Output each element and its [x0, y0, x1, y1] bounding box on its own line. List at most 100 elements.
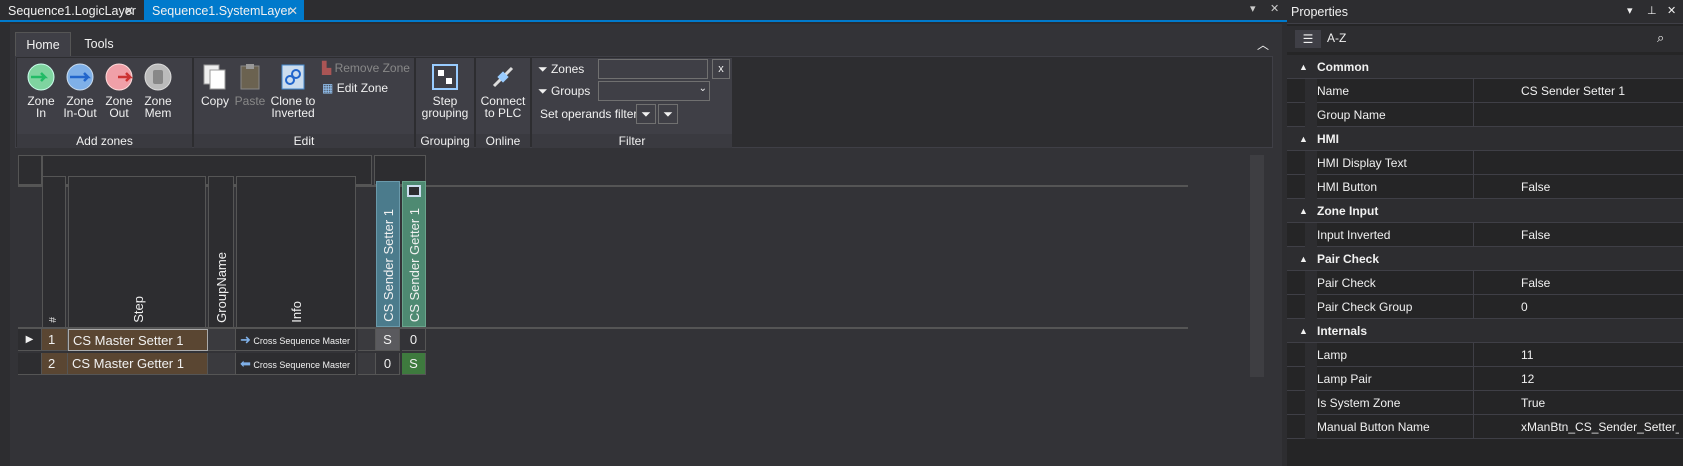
property-row[interactable]: Is System Zone True [1287, 391, 1683, 415]
clone-to-inverted-button[interactable]: Clone to Inverted [270, 62, 316, 119]
property-row[interactable]: Lamp 11 [1287, 343, 1683, 367]
row-selector[interactable] [18, 353, 42, 375]
category-label: Pair Check [1317, 252, 1380, 266]
groupname-cell[interactable] [208, 353, 236, 375]
property-name: Group Name [1317, 103, 1474, 127]
zone-out-button[interactable]: Zone Out [101, 62, 137, 119]
group-online: Connect to PLC Online [476, 58, 530, 148]
groups-filter-label: ⏷ Groups [538, 82, 590, 100]
sort-az-button[interactable]: A-Z [1327, 31, 1346, 45]
label-line2: Inverted [271, 106, 315, 120]
zone-mem-button[interactable]: Zone Mem [139, 62, 177, 119]
info-header-label: Info [289, 301, 304, 323]
edit-zone-button[interactable]: ▦ Edit Zone [322, 80, 388, 96]
info-cell[interactable]: ➜ Cross Sequence Master [236, 329, 356, 351]
zone-header-1[interactable]: CS Sender Setter 1 [376, 181, 400, 327]
paste-button[interactable]: Paste [234, 62, 266, 107]
category-hmi[interactable]: HMI ▲ [1287, 127, 1683, 151]
categorized-icon[interactable]: ☰ [1295, 30, 1321, 48]
col-header-info[interactable]: Info [236, 176, 356, 328]
zone-in-button[interactable]: Zone In [23, 62, 59, 119]
property-row[interactable]: Pair Check False [1287, 271, 1683, 295]
copy-button[interactable]: Copy [200, 62, 230, 107]
property-row[interactable]: Name CS Sender Setter 1 [1287, 79, 1683, 103]
zone-cell[interactable]: S [376, 329, 400, 351]
paste-label: Paste [234, 94, 266, 108]
property-row[interactable]: Manual Button Name xManBtn_CS_Sender_Sett… [1287, 415, 1683, 439]
property-value[interactable]: 0 [1521, 295, 1679, 319]
close-icon[interactable]: ✕ [288, 0, 298, 22]
property-row[interactable]: HMI Display Text [1287, 151, 1683, 175]
vertical-scrollbar[interactable] [1250, 155, 1264, 377]
tab-tools[interactable]: Tools [75, 32, 123, 56]
tab-system-layer[interactable]: Sequence1.SystemLayer ✕ [144, 0, 304, 22]
category-internals[interactable]: Internals ▲ [1287, 319, 1683, 343]
connect-to-plc-button[interactable]: Connect to PLC [478, 62, 528, 119]
zone-in-out-button[interactable]: Zone In-Out [61, 62, 99, 119]
collapse-icon[interactable]: ▲ [1299, 247, 1308, 271]
zone-header-label: CS Sender Getter 1 [407, 207, 422, 322]
pin-icon[interactable]: ⊥ [1647, 4, 1657, 17]
category-zone-input[interactable]: Zone Input ▲ [1287, 199, 1683, 223]
tab-home[interactable]: Home [15, 32, 71, 56]
property-row[interactable]: Input Inverted False [1287, 223, 1683, 247]
remove-zone-icon: ▙ [322, 61, 332, 75]
info-cell[interactable]: ⬅ Cross Sequence Master [236, 353, 356, 375]
apply-filter-button[interactable]: ⏷ [636, 104, 656, 124]
search-icon[interactable]: ⌕ [1657, 30, 1664, 46]
step-grouping-button[interactable]: Step grouping [420, 62, 470, 119]
col-header-groupname[interactable]: GroupName [208, 176, 234, 328]
property-value[interactable]: True [1521, 391, 1679, 415]
close-icon[interactable]: ✕ [124, 0, 134, 22]
property-value[interactable]: CS Sender Setter 1 [1521, 79, 1679, 103]
tab-logic-layer[interactable]: Sequence1.LogicLayer ✕ [0, 0, 140, 22]
close-icon[interactable]: ✕ [1667, 4, 1676, 17]
zone-cell[interactable]: 0 [402, 329, 426, 351]
set-operands-filter-label: Set operands filter [540, 107, 638, 121]
property-value[interactable]: False [1521, 175, 1679, 199]
collapse-icon[interactable]: ▲ [1299, 127, 1308, 151]
col-header-step[interactable]: Step [68, 176, 206, 328]
collapse-ribbon-icon[interactable]: ︿ [1257, 36, 1269, 53]
property-value[interactable]: 11 [1521, 343, 1679, 367]
category-pair-check[interactable]: Pair Check ▲ [1287, 247, 1683, 271]
property-row[interactable]: HMI Button False [1287, 175, 1683, 199]
property-value[interactable]: 12 [1521, 367, 1679, 391]
funnel-icon: ⏷ [641, 107, 651, 121]
group-label: Add zones [17, 134, 192, 148]
step-cell[interactable]: CS Master Getter 1 [68, 353, 208, 375]
clear-filter-button[interactable]: x [712, 59, 730, 79]
tab-dropdown-icon[interactable]: ▾ [1250, 2, 1256, 15]
edit-zone-icon: ▦ [322, 81, 334, 95]
step-cell[interactable]: CS Master Setter 1 [68, 329, 208, 351]
property-row[interactable]: Group Name [1287, 103, 1683, 127]
clear-operands-filter-button[interactable]: ⏷ [658, 104, 678, 124]
property-value[interactable]: False [1521, 271, 1679, 295]
property-value[interactable]: xManBtn_CS_Sender_Setter_1 [1521, 415, 1679, 439]
spacer-cell [358, 329, 376, 351]
corner-cell [18, 155, 42, 185]
zone-cell[interactable]: 0 [376, 353, 400, 375]
property-name: Pair Check [1317, 271, 1474, 295]
zone-header-2[interactable]: CS Sender Getter 1 [402, 181, 426, 327]
collapse-icon[interactable]: ▲ [1299, 55, 1308, 79]
remove-zone-button[interactable]: ▙ Remove Zone [322, 60, 410, 76]
document-tab-strip: Sequence1.LogicLayer ✕ Sequence1.SystemL… [0, 0, 1287, 22]
groupname-cell[interactable] [208, 329, 236, 351]
info-text: Cross Sequence Master [253, 336, 350, 346]
property-row[interactable]: Pair Check Group 0 [1287, 295, 1683, 319]
close-all-icon[interactable]: ✕ [1270, 2, 1279, 15]
group-label: Edit [194, 134, 414, 148]
groups-filter-select[interactable]: ⌄ [598, 81, 710, 101]
dropdown-icon[interactable]: ▾ [1627, 4, 1633, 17]
property-value[interactable]: False [1521, 223, 1679, 247]
zones-filter-input[interactable] [598, 59, 708, 79]
remove-zone-label: Remove Zone [334, 61, 410, 75]
property-row[interactable]: Lamp Pair 12 [1287, 367, 1683, 391]
category-common[interactable]: Common ▲ [1287, 55, 1683, 79]
row-selector-icon[interactable]: ▶ [18, 329, 42, 351]
collapse-icon[interactable]: ▲ [1299, 199, 1308, 223]
col-header-index[interactable]: # [42, 176, 66, 328]
collapse-icon[interactable]: ▲ [1299, 319, 1308, 343]
zone-cell[interactable]: S [402, 353, 426, 375]
